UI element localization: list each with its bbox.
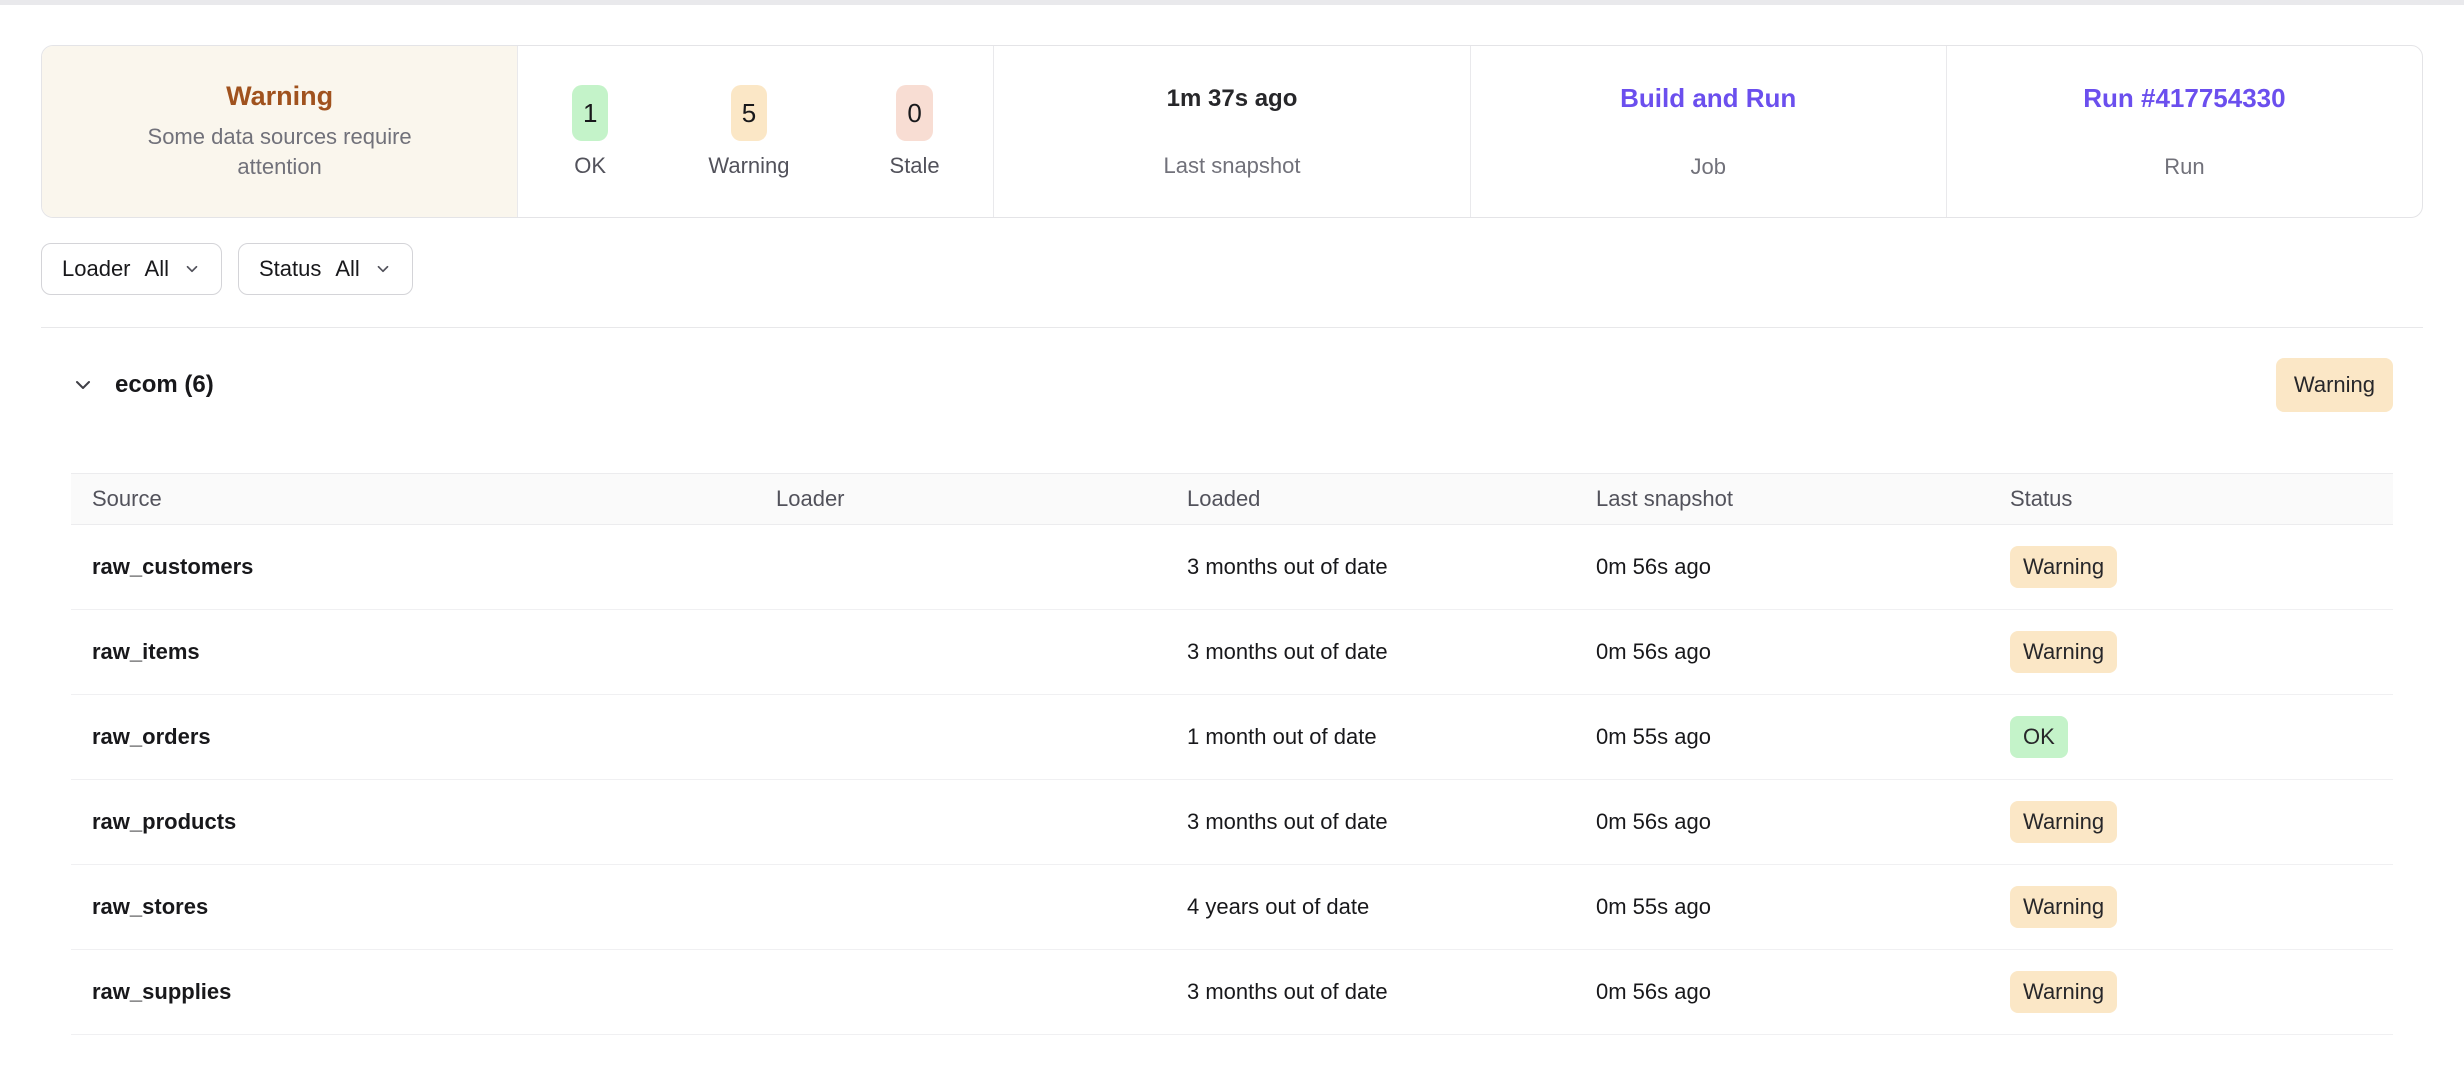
status-filter-dropdown[interactable]: Status All [238,243,413,295]
ok-count-pill: 1 [572,85,608,141]
ok-count-label: OK [574,153,606,179]
last-snapshot-card: 1m 37s ago Last snapshot [993,46,1469,217]
source-name: raw_supplies [71,979,755,1005]
status-badge: Warning [2010,546,2117,588]
status-cell: Warning [1989,546,2393,588]
last-snapshot-cell: 0m 55s ago [1575,724,1989,750]
loaded-cell: 3 months out of date [1166,809,1575,835]
group-header-ecom: ecom (6) Warning [71,358,2393,411]
stale-count-label: Stale [890,153,940,179]
loader-filter-label: Loader [62,256,131,282]
loader-filter-value: All [145,256,169,282]
status-badge: Warning [2010,631,2117,673]
column-header-status: Status [1989,486,2393,512]
overall-status-title: Warning [226,81,333,112]
loaded-cell: 4 years out of date [1166,894,1575,920]
last-snapshot-cell: 0m 56s ago [1575,979,1989,1005]
column-header-loaded: Loaded [1166,486,1575,512]
table-header-row: Source Loader Loaded Last snapshot Statu… [71,473,2393,525]
table-row: raw_stores 4 years out of date 0m 55s ag… [71,865,2393,950]
stale-count-pill: 0 [896,85,932,141]
status-cell: Warning [1989,886,2393,928]
chevron-down-icon [183,260,201,278]
column-header-loader: Loader [755,486,1166,512]
last-snapshot-cell: 0m 56s ago [1575,554,1989,580]
job-label: Job [1690,154,1725,180]
loader-filter-dropdown[interactable]: Loader All [41,243,222,295]
status-cell: Warning [1989,971,2393,1013]
loaded-cell: 3 months out of date [1166,979,1575,1005]
stat-stale: 0 Stale [890,85,940,179]
group-collapse-chevron-icon[interactable] [71,373,95,397]
status-filter-value: All [335,256,359,282]
status-cell: Warning [1989,631,2393,673]
column-header-last-snapshot: Last snapshot [1575,486,1989,512]
job-card: Build and Run Job [1470,46,1946,217]
filter-bar: Loader All Status All [41,243,2423,295]
loaded-cell: 1 month out of date [1166,724,1575,750]
stat-warning: 5 Warning [708,85,789,179]
status-cell: OK [1989,716,2393,758]
top-border-line [0,0,2464,5]
status-counts-card: 1 OK 5 Warning 0 Stale [517,46,993,217]
status-badge: Warning [2010,801,2117,843]
sources-table: Source Loader Loaded Last snapshot Statu… [71,473,2393,1035]
overall-status-card: Warning Some data sources require attent… [42,46,517,217]
table-row: raw_orders 1 month out of date 0m 55s ag… [71,695,2393,780]
status-badge: OK [2010,716,2068,758]
last-snapshot-label: Last snapshot [1164,153,1301,179]
warning-count-pill: 5 [731,85,767,141]
stat-ok: 1 OK [572,85,608,179]
source-name: raw_stores [71,894,755,920]
table-row: raw_items 3 months out of date 0m 56s ag… [71,610,2393,695]
table-row: raw_customers 3 months out of date 0m 56… [71,525,2393,610]
status-filter-label: Status [259,256,321,282]
chevron-down-icon [374,260,392,278]
source-name: raw_customers [71,554,755,580]
last-snapshot-value: 1m 37s ago [1167,85,1298,113]
group-status-badge: Warning [2276,358,2393,412]
overall-status-subtitle: Some data sources require attention [107,122,452,182]
group-title: ecom (6) [115,371,214,399]
summary-card: Warning Some data sources require attent… [41,45,2423,218]
status-cell: Warning [1989,801,2393,843]
source-name: raw_items [71,639,755,665]
job-link[interactable]: Build and Run [1620,83,1796,114]
table-row: raw_products 3 months out of date 0m 56s… [71,780,2393,865]
loaded-cell: 3 months out of date [1166,554,1575,580]
run-label: Run [2164,154,2204,180]
last-snapshot-cell: 0m 55s ago [1575,894,1989,920]
status-badge: Warning [2010,971,2117,1013]
source-name: raw_orders [71,724,755,750]
run-card: Run #417754330 Run [1946,46,2422,217]
run-link[interactable]: Run #417754330 [2083,83,2285,114]
table-row: raw_supplies 3 months out of date 0m 56s… [71,950,2393,1035]
loaded-cell: 3 months out of date [1166,639,1575,665]
warning-count-label: Warning [708,153,789,179]
last-snapshot-cell: 0m 56s ago [1575,809,1989,835]
last-snapshot-cell: 0m 56s ago [1575,639,1989,665]
section-divider [41,327,2423,328]
column-header-source: Source [71,486,755,512]
source-name: raw_products [71,809,755,835]
status-badge: Warning [2010,886,2117,928]
